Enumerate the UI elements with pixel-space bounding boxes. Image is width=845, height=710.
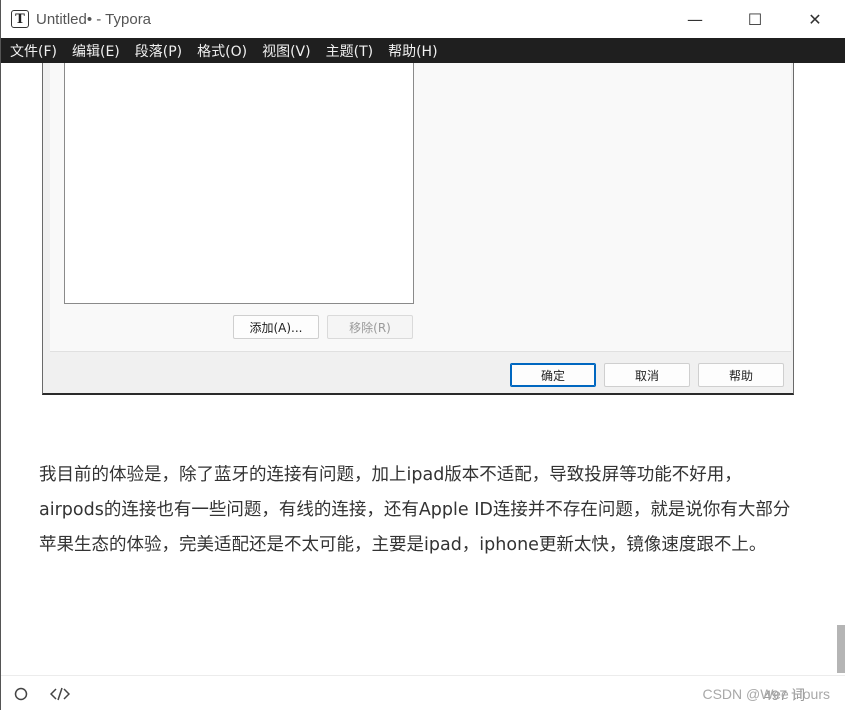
typora-app-icon: T (11, 10, 29, 28)
maximize-button[interactable]: ☐ (725, 0, 785, 38)
dialog-help-button: 帮助 (698, 363, 784, 387)
embedded-dialog-screenshot: 添加(A)... 移除(R) 确定 取消 帮助 (42, 63, 794, 395)
menu-edit[interactable]: 编辑(E) (62, 41, 125, 61)
title-bar[interactable]: T Untitled• - Typora — ☐ ✕ (0, 0, 845, 38)
menu-help[interactable]: 帮助(H) (378, 41, 442, 61)
close-button[interactable]: ✕ (785, 0, 845, 38)
body-paragraph[interactable]: 我目前的体验是，除了蓝牙的连接有问题，加上ipad版本不适配，导致投屏等功能不好… (39, 458, 799, 563)
menu-format[interactable]: 格式(O) (187, 41, 252, 61)
menu-theme[interactable]: 主题(T) (316, 41, 378, 61)
dialog-panel: 添加(A)... 移除(R) (50, 63, 791, 352)
dialog-remove-button: 移除(R) (327, 315, 413, 339)
dialog-ok-button: 确定 (510, 363, 596, 387)
editor-area[interactable]: 添加(A)... 移除(R) 确定 取消 帮助 我目前的体验是，除了蓝牙的连接有… (0, 63, 845, 675)
window-left-border (0, 0, 1, 710)
window-controls: — ☐ ✕ (665, 0, 845, 38)
menu-paragraph[interactable]: 段落(P) (125, 41, 187, 61)
outline-toggle-icon[interactable] (13, 686, 29, 702)
menu-view[interactable]: 视图(V) (252, 41, 316, 61)
source-code-icon[interactable] (49, 686, 71, 702)
window-title: Untitled• - Typora (36, 10, 152, 28)
menu-bar: 文件(F) 编辑(E) 段落(P) 格式(O) 视图(V) 主题(T) 帮助(H… (0, 38, 845, 63)
minimize-button[interactable]: — (665, 0, 725, 38)
dialog-cancel-button: 取消 (604, 363, 690, 387)
menu-file[interactable]: 文件(F) (0, 41, 62, 61)
status-bar: 497 词 CSDN @Wee Hours (0, 675, 845, 710)
typora-window: T Untitled• - Typora — ☐ ✕ 文件(F) 编辑(E) 段… (0, 0, 845, 710)
dialog-add-button: 添加(A)... (233, 315, 319, 339)
dialog-list-box (64, 63, 414, 304)
csdn-watermark: CSDN @Wee Hours (702, 686, 830, 702)
scrollbar-thumb[interactable] (837, 625, 845, 673)
